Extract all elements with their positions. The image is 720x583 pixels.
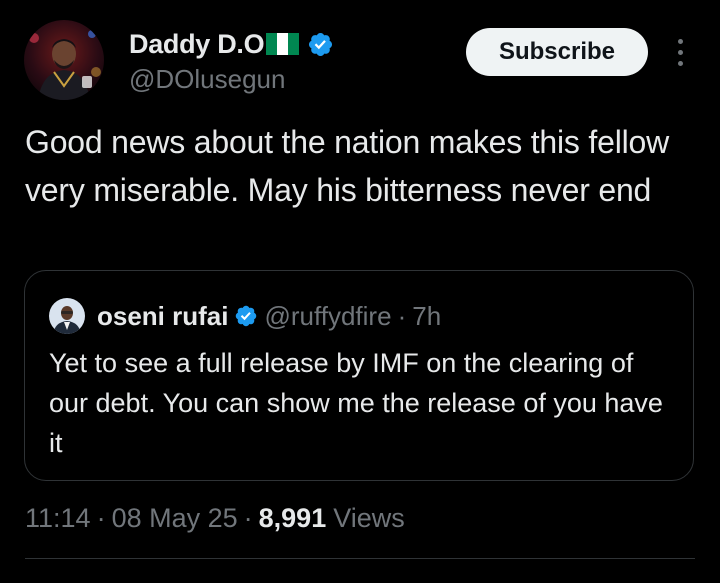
quoted-tweet-card[interactable]: oseni rufai @ruffydfire · 7h Yet to see … xyxy=(24,270,694,481)
quoted-author-handle[interactable]: @ruffydfire xyxy=(264,301,391,332)
separator-dot: · xyxy=(96,502,106,533)
verified-badge-icon xyxy=(234,304,258,328)
quoted-tweet-time[interactable]: 7h xyxy=(412,301,441,332)
verified-badge-icon[interactable] xyxy=(307,31,334,58)
tweet-text: Good news about the nation makes this fe… xyxy=(25,124,678,208)
quoted-author-avatar[interactable] xyxy=(49,298,85,334)
nigeria-flag-icon xyxy=(266,32,300,56)
views-label: Views xyxy=(333,502,405,533)
quoted-tweet-text: Yet to see a full release by IMF on the … xyxy=(49,348,663,458)
separator-dot: · xyxy=(243,502,253,533)
tweet: Daddy D.O @DOlusegun Subscribe Good news… xyxy=(0,0,720,583)
quoted-author-name[interactable]: oseni rufai xyxy=(97,301,228,332)
author-name-row[interactable]: Daddy D.O xyxy=(129,26,334,62)
quoted-tweet-header: oseni rufai @ruffydfire · 7h xyxy=(97,298,441,334)
author-handle[interactable]: @DOlusegun xyxy=(129,64,285,95)
author-name[interactable]: Daddy D.O xyxy=(129,29,265,60)
subscribe-button[interactable]: Subscribe xyxy=(466,28,648,76)
divider xyxy=(25,558,695,559)
tweet-meta: 11:14 · 08 May 25 · 8,991 Views xyxy=(25,500,405,536)
separator-dot: · xyxy=(397,300,407,331)
author-avatar[interactable] xyxy=(24,20,104,100)
views-count: 8,991 xyxy=(258,502,327,533)
tweet-time[interactable]: 11:14 xyxy=(25,503,91,534)
tweet-date[interactable]: 08 May 25 xyxy=(112,503,238,534)
more-options-icon[interactable] xyxy=(668,34,692,70)
